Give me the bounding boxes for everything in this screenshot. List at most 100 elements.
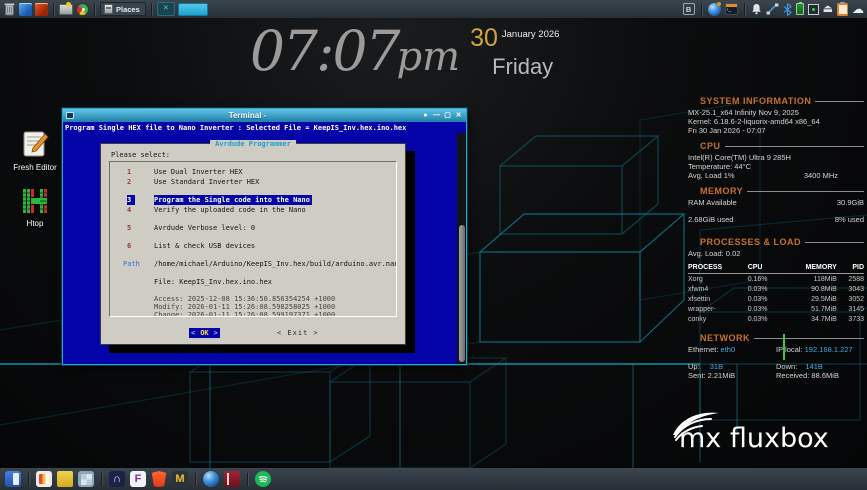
up-label: Up: xyxy=(688,362,700,371)
battery-icon[interactable] xyxy=(796,3,804,15)
up-value: 31B xyxy=(710,362,723,371)
clipboard-icon[interactable] xyxy=(837,3,848,16)
menu-item-5[interactable]: 5 Avrdude Verbose level: 0 xyxy=(110,223,396,233)
eject-icon[interactable]: ⏏ xyxy=(823,4,833,15)
minimize-button[interactable]: — xyxy=(432,110,441,121)
network-connection-icon[interactable] xyxy=(766,3,779,15)
bluetooth-icon[interactable] xyxy=(783,3,792,16)
panel-separator xyxy=(101,473,102,486)
menu-item-label: Avrdude Verbose level: 0 xyxy=(154,223,255,233)
terminal-scrollbar-thumb[interactable] xyxy=(459,225,465,362)
menu-item-2[interactable]: 2 Use Standard Inverter HEX xyxy=(110,177,396,187)
b-tray-icon[interactable]: B xyxy=(683,3,695,15)
desktop-icon-label: Fresh Editor xyxy=(2,163,68,172)
conky-section-header: SYSTEM INFORMATION xyxy=(686,97,864,106)
access-line: Access: 2025-12-08 15:36:50.856354254 +1… xyxy=(154,295,396,303)
dialog-listbox: 1 Use Dual Inverter HEX 2 Use Standard I… xyxy=(109,161,397,317)
system-tray: B ⏏ ☁ xyxy=(683,3,864,16)
notes-app-icon[interactable] xyxy=(5,471,21,487)
menu-item-number: 5 xyxy=(127,223,135,233)
taskbar-window-monitor-icon[interactable] xyxy=(157,2,175,16)
cpu-load: Avg. Load 1% xyxy=(688,171,735,180)
file-manager-icon[interactable] xyxy=(57,471,73,487)
desktop-icon-htop[interactable]: Htop xyxy=(2,186,68,228)
calculator-icon[interactable] xyxy=(78,471,94,487)
terminal-window: Terminal - ● — ▢ ✕ Program Single HEX fi… xyxy=(62,108,467,365)
notification-bell-icon[interactable] xyxy=(751,3,762,15)
menu-item-label: List & check USB devices xyxy=(154,241,255,251)
red-cube-icon[interactable] xyxy=(35,3,48,16)
terminal-launcher-icon[interactable] xyxy=(725,3,738,15)
exit-button[interactable]: < Exit > xyxy=(277,329,319,337)
window-menu-icon[interactable] xyxy=(66,112,74,119)
avg-load: Avg. Load: 0.02 xyxy=(688,249,864,258)
terminal-header-line: Program Single HEX file to Nano Inverter… xyxy=(63,122,466,133)
disk-icon[interactable] xyxy=(59,4,73,15)
panel-separator xyxy=(151,3,152,16)
arc-browser-icon[interactable]: ∩ xyxy=(109,471,125,487)
cpu-temperature: Temperature: 44°C xyxy=(688,162,864,171)
panel-separator xyxy=(195,473,196,486)
cpu-header: CPU xyxy=(700,142,721,151)
conky-monitor: SYSTEM INFORMATION MX-25.1_x64 Infinity … xyxy=(686,90,864,380)
terminal-body: Avrdude Programmer Please select: 1 Use … xyxy=(63,133,466,364)
cloud-icon[interactable]: ☁ xyxy=(852,3,864,15)
places-menu-button[interactable]: Places xyxy=(100,2,146,16)
menu-item-6[interactable]: 6 List & check USB devices xyxy=(110,241,396,251)
maximize-button[interactable]: ▢ xyxy=(443,110,452,121)
process-row: wrapper-0.03% 51.7MiB3145 xyxy=(688,304,864,314)
menu-item-number: 2 xyxy=(127,177,135,187)
bottom-panel: ∩ F M xyxy=(0,468,867,490)
taskbar-active-window-button[interactable] xyxy=(178,3,208,16)
shade-button[interactable]: ● xyxy=(421,110,430,121)
spotify-icon[interactable] xyxy=(255,471,271,487)
menu-item-label: Use Standard Inverter HEX xyxy=(154,177,259,187)
conky-section-header: MEMORY xyxy=(686,187,864,196)
menu-item-label: Program the Single code into the Nano xyxy=(154,195,312,205)
processes-header: PROCESSES & LOAD xyxy=(700,238,801,247)
menu-item-3-selected[interactable]: 3 Program the Single code into the Nano xyxy=(110,195,396,205)
menu-item-4[interactable]: 4 Verify the uploaded code in the Nano xyxy=(110,205,396,215)
terminal-scrollbar-track[interactable] xyxy=(457,133,466,364)
web-browser-icon[interactable] xyxy=(203,471,219,487)
panel-separator xyxy=(28,473,29,486)
system-info-header: SYSTEM INFORMATION xyxy=(700,97,811,106)
notepad-pencil-icon xyxy=(19,128,51,160)
ram-used-label: 2.68GiB used xyxy=(688,215,733,224)
red-book-app-icon[interactable] xyxy=(224,471,240,487)
conky-section-header: CPU xyxy=(686,142,864,151)
clock-time: 07:07 xyxy=(250,20,399,82)
clock-meridiem: pm xyxy=(397,34,461,80)
mail-app-icon[interactable]: M xyxy=(172,471,188,487)
photos-app-icon[interactable] xyxy=(36,471,52,487)
brave-browser-icon[interactable] xyxy=(151,471,167,487)
down-label: Down: xyxy=(776,362,797,371)
browser-globe-icon[interactable] xyxy=(708,3,721,16)
terminal-titlebar[interactable]: Terminal - ● — ▢ ✕ xyxy=(63,109,466,122)
ethernet-label: Ethernet: xyxy=(688,345,718,354)
menu-item-1[interactable]: 1 Use Dual Inverter HEX xyxy=(110,167,396,177)
close-button[interactable]: ✕ xyxy=(454,110,463,121)
date-line: Fri 30 Jan 2026 - 07:07 xyxy=(688,126,864,135)
change-line: Change: 2026-01-11 15:26:08.599197371 +1… xyxy=(154,311,396,317)
window-title: Terminal - xyxy=(76,111,419,120)
path-value: /home/michael/Arduino/KeepIS_Inv.hex/bui… xyxy=(154,259,397,269)
ok-button[interactable]: <OK> xyxy=(189,328,220,338)
places-drive-icon xyxy=(104,4,113,14)
package-icon[interactable] xyxy=(808,4,819,15)
flag-app-icon[interactable]: F xyxy=(130,471,146,487)
cpu-frequency: 3400 MHz xyxy=(804,171,838,180)
process-row: xfwm40.03% 90.8MiB3043 xyxy=(688,284,864,294)
memory-header: MEMORY xyxy=(700,187,743,196)
ram-available-value: 30.9GiB xyxy=(837,198,864,207)
blue-cube-icon[interactable] xyxy=(19,3,32,16)
trash-icon[interactable] xyxy=(3,2,16,16)
kernel-line: Kernel: 6.18.6-2-liquorix-amd64 x86_64 xyxy=(688,117,864,126)
ok-label: OK xyxy=(195,329,213,337)
desktop-icon-fresh-editor[interactable]: Fresh Editor xyxy=(2,128,68,172)
modify-line: Modify: 2026-01-11 15:26:08.598258025 +1… xyxy=(154,303,396,311)
panel-separator xyxy=(53,3,54,16)
conky-section-header: NETWORK xyxy=(686,334,864,343)
ok-bracket-right: > xyxy=(214,329,218,337)
gauge-icon[interactable] xyxy=(76,3,89,16)
